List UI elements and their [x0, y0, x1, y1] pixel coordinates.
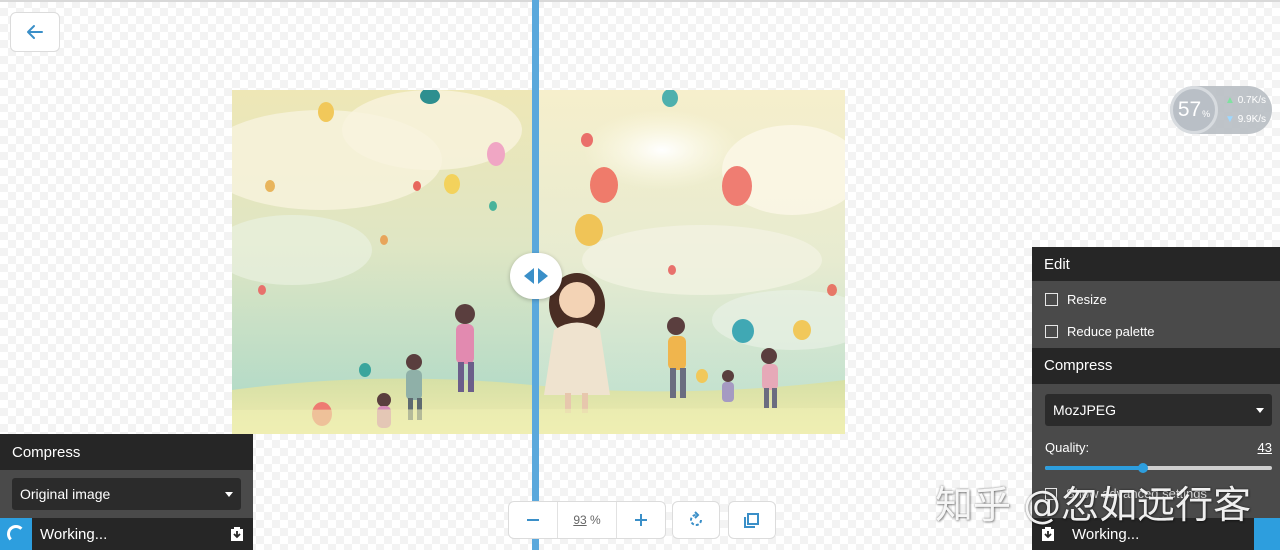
left-status-text: Working... [40, 525, 108, 543]
upload-rate-value: 0.7 [1237, 95, 1252, 106]
quality-row: Quality: 43 [1045, 440, 1272, 455]
background-toggle-button[interactable] [728, 501, 776, 539]
quality-value[interactable]: 43 [1258, 440, 1272, 455]
zoom-level-value: 93 [573, 513, 587, 527]
upload-rate: ▲ 0.7K/s [1225, 95, 1266, 106]
spinner-icon [7, 525, 25, 543]
plus-icon [635, 514, 647, 526]
edit-section-title: Edit [1032, 247, 1280, 281]
rotate-button[interactable] [672, 501, 720, 539]
left-panel-title: Compress [0, 434, 253, 470]
resize-option[interactable]: Resize [1032, 283, 1280, 315]
zoom-out-button[interactable] [509, 502, 557, 538]
zoom-level-unit: % [590, 513, 601, 527]
speed-percent-value: 57 [1177, 98, 1202, 121]
download-arrow-icon: ▼ [1225, 114, 1235, 125]
left-panel-body: Original image [0, 470, 253, 518]
download-rate-value: 9.9 [1237, 114, 1252, 125]
resize-label: Resize [1067, 291, 1107, 307]
zoom-controls: 93 % [508, 501, 666, 539]
right-download-button[interactable] [1032, 518, 1064, 550]
advanced-settings-label: Show advanced settings [1066, 486, 1207, 501]
advanced-settings-option[interactable]: Show advanced settings [1045, 486, 1272, 501]
reduce-palette-checkbox[interactable] [1045, 324, 1058, 338]
left-method-select[interactable]: Original image [12, 478, 241, 510]
quality-slider-thumb[interactable] [1137, 463, 1148, 473]
minus-icon [527, 519, 539, 521]
arrow-left-icon [27, 25, 43, 39]
compress-options: MozJPEG Quality: 43 Show advanced settin… [1032, 384, 1280, 518]
save-icon [231, 527, 243, 541]
edit-options: Resize Reduce palette [1032, 281, 1280, 348]
quality-slider-fill [1045, 466, 1143, 470]
quality-slider[interactable] [1045, 463, 1272, 473]
reduce-palette-option[interactable]: Reduce palette [1032, 315, 1280, 347]
right-method-select[interactable]: MozJPEG [1045, 394, 1272, 426]
upload-arrow-icon: ▲ [1225, 95, 1235, 106]
zoom-in-button[interactable] [617, 502, 665, 538]
divider-handle[interactable] [510, 253, 562, 299]
right-method-value: MozJPEG [1053, 402, 1117, 418]
upload-rate-unit: K/s [1251, 95, 1267, 106]
download-rate-unit: K/s [1251, 114, 1267, 125]
square-outline-icon [744, 513, 759, 528]
compress-section-title: Compress [1032, 348, 1280, 384]
right-status-text: Working... [1072, 525, 1140, 543]
quality-label: Quality: [1045, 440, 1090, 455]
left-method-value: Original image [20, 486, 111, 502]
left-download-button[interactable] [221, 518, 253, 550]
right-spinner [1254, 518, 1280, 550]
left-options-panel: Compress Original image Working... [0, 434, 253, 550]
download-rate: ▼ 9.9K/s [1225, 114, 1266, 125]
rotate-icon [690, 511, 702, 526]
left-status-bar: Working... [0, 518, 253, 550]
left-spinner [0, 518, 32, 550]
top-border [0, 0, 1280, 2]
left-right-arrows-icon [524, 268, 548, 284]
network-speed-widget: 57% ▲ 0.7K/s ▼ 9.9K/s [1170, 86, 1272, 134]
reduce-palette-label: Reduce palette [1067, 323, 1155, 339]
chevron-down-icon [225, 491, 233, 497]
resize-checkbox[interactable] [1045, 292, 1058, 306]
right-options-panel: Edit Resize Reduce palette Compress MozJ… [1032, 247, 1280, 550]
advanced-settings-checkbox[interactable] [1045, 487, 1057, 500]
back-button[interactable] [10, 12, 60, 52]
chevron-down-icon [1256, 407, 1264, 413]
save-icon [1042, 527, 1054, 541]
zoom-level[interactable]: 93 % [557, 502, 617, 538]
right-status-bar: Working... [1032, 518, 1280, 550]
speed-percent-unit: % [1202, 109, 1211, 119]
speed-percent: 57% [1170, 86, 1218, 134]
